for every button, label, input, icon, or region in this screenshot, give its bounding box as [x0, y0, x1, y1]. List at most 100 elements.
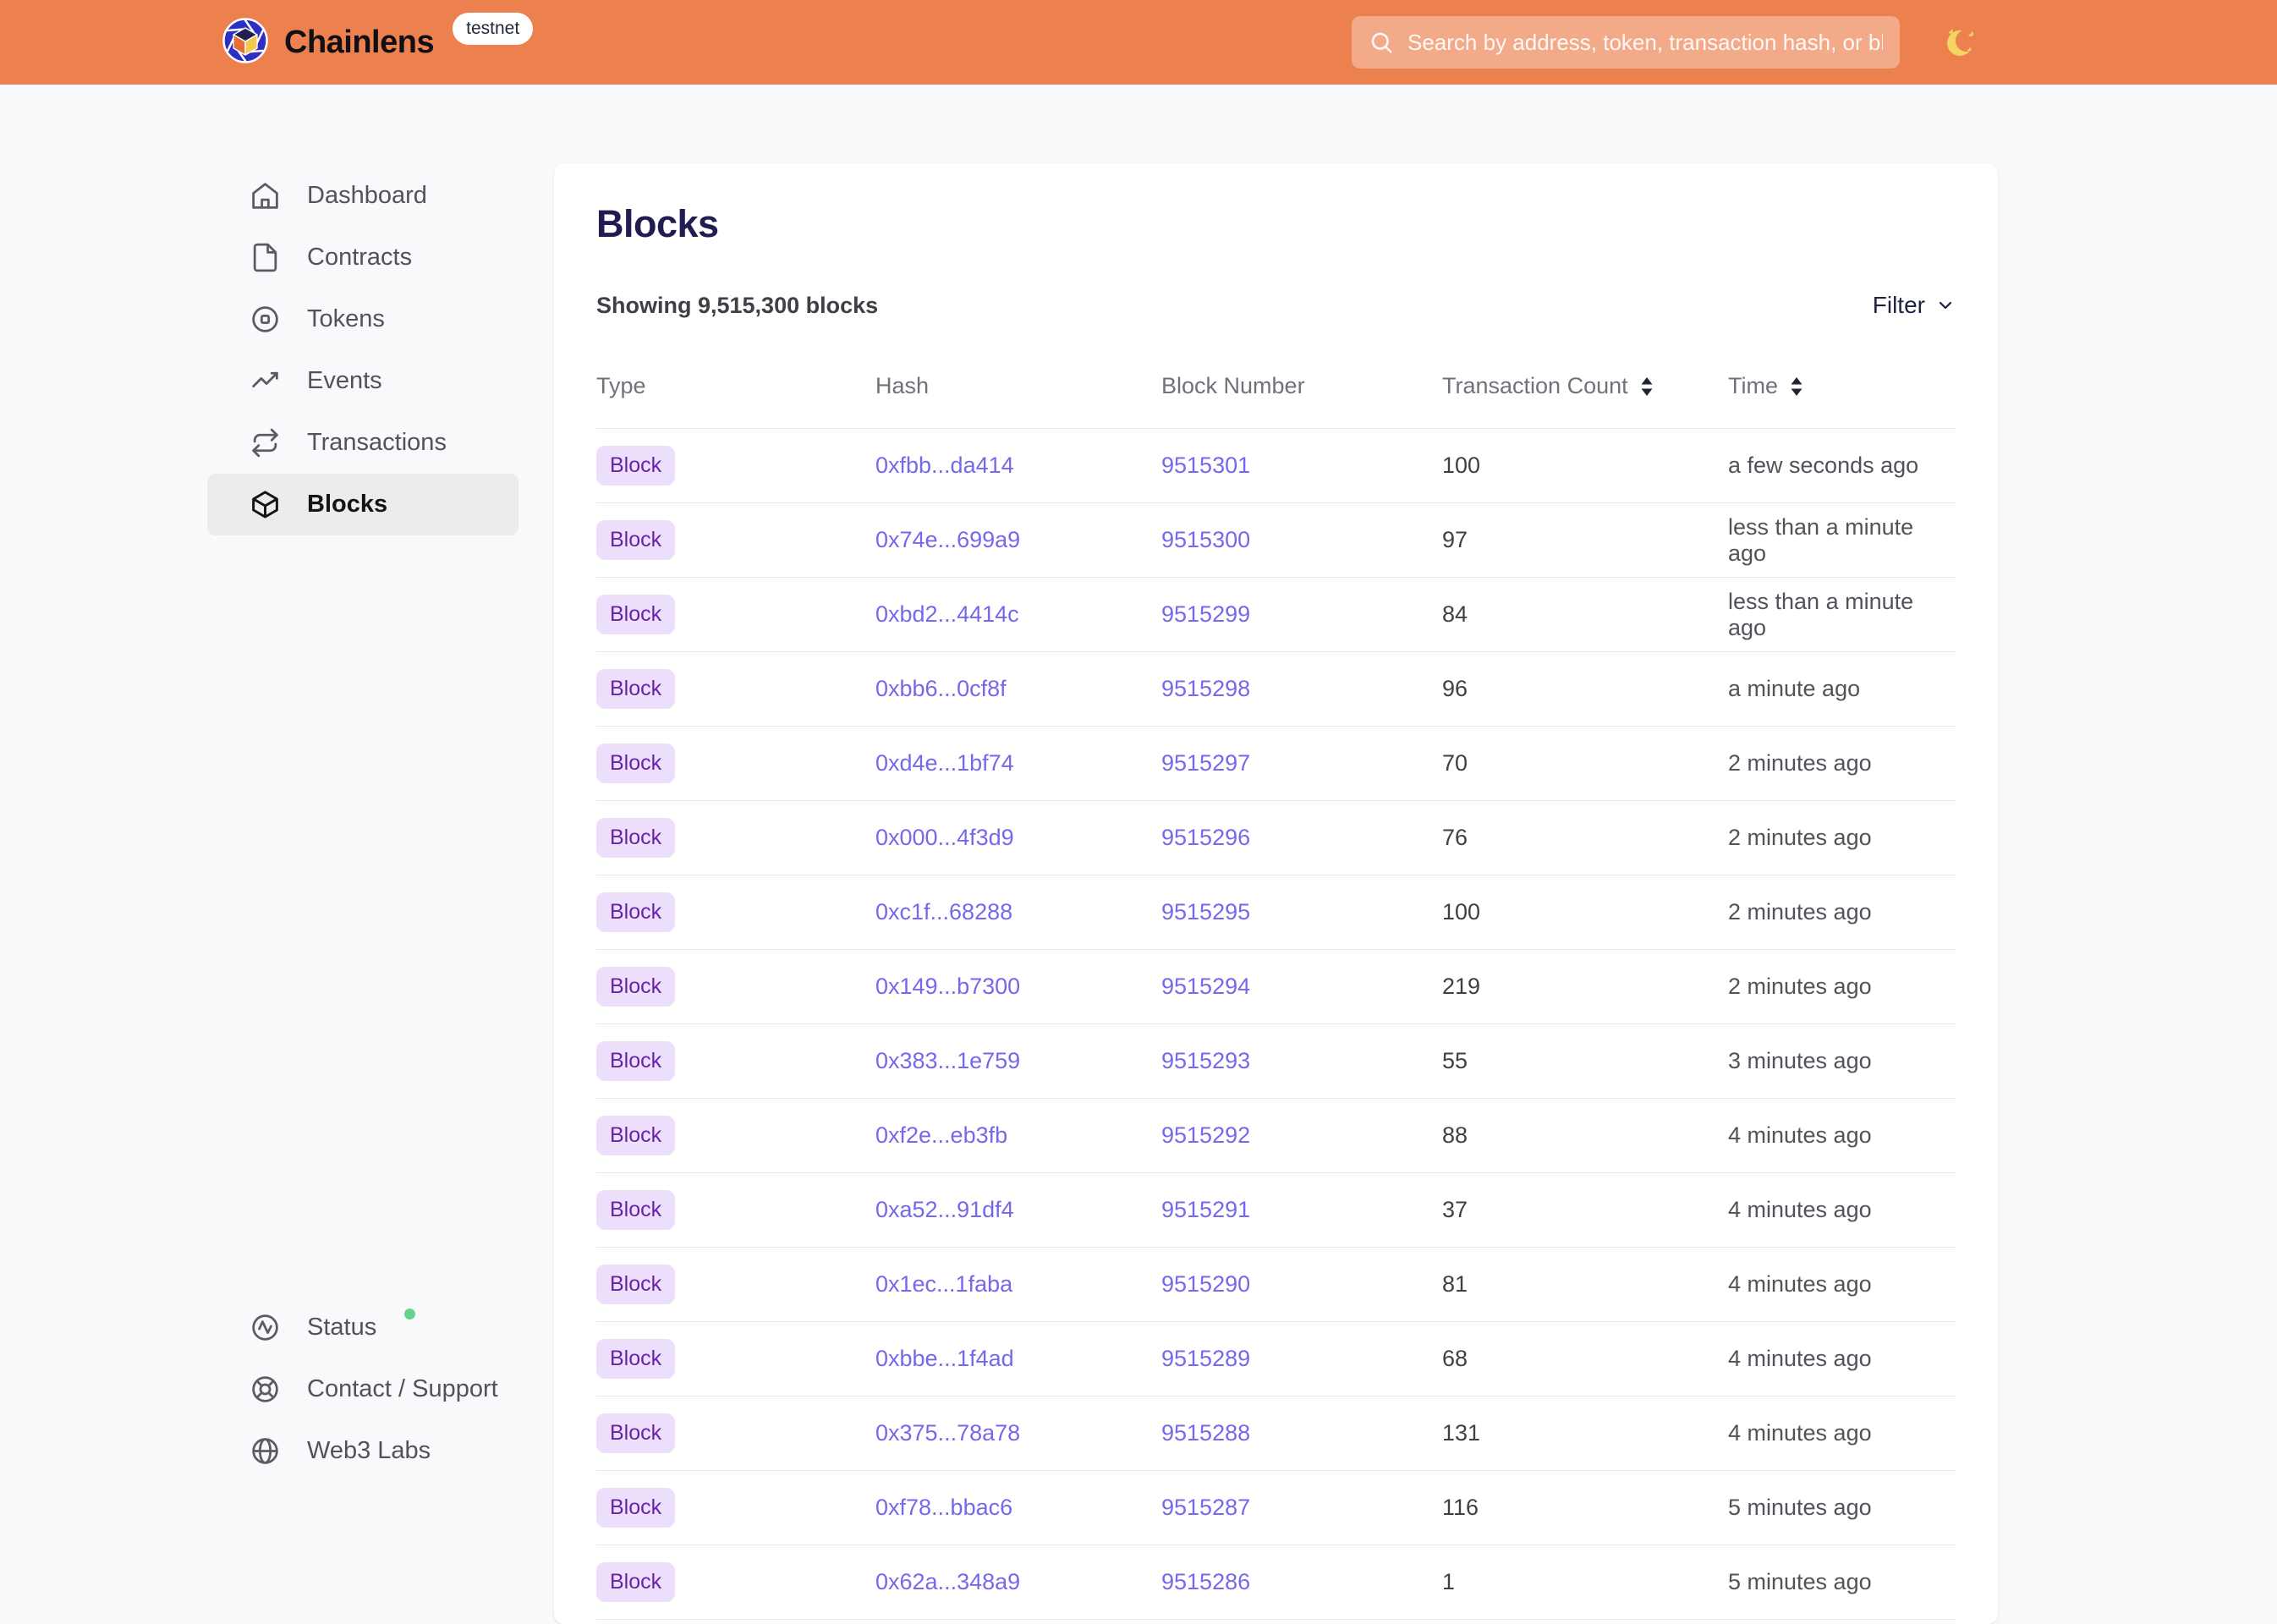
block-hash-link[interactable]: 0x375...78a78 — [875, 1420, 1020, 1446]
type-cell: Block — [596, 520, 875, 560]
column-header-time: Time — [1728, 373, 1956, 399]
type-cell: Block — [596, 967, 875, 1007]
block-number-cell: 9515286 — [1161, 1569, 1442, 1595]
time-cell: 3 minutes ago — [1728, 1048, 1956, 1074]
type-cell: Block — [596, 1116, 875, 1155]
sidebar-item-web3-labs[interactable]: Web3 Labs — [207, 1420, 518, 1482]
block-type-badge: Block — [596, 892, 675, 932]
hash-cell: 0xf78...bbac6 — [875, 1495, 1161, 1521]
transaction-count-cell: 116 — [1442, 1495, 1728, 1521]
time-cell: 2 minutes ago — [1728, 899, 1956, 925]
search-box[interactable] — [1352, 16, 1900, 69]
sidebar-item-contact-support[interactable]: Contact / Support — [207, 1358, 518, 1420]
table-row: Block 0xbbe...1f4ad 9515289 68 4 minutes… — [596, 1322, 1956, 1396]
block-number-link[interactable]: 9515293 — [1161, 1048, 1250, 1073]
transaction-count-cell: 37 — [1442, 1197, 1728, 1223]
hash-cell: 0xbb6...0cf8f — [875, 676, 1161, 702]
hash-cell: 0xbd2...4414c — [875, 601, 1161, 628]
type-cell: Block — [596, 1488, 875, 1528]
app-header: Chainlens testnet — [0, 0, 2277, 85]
type-cell: Block — [596, 1413, 875, 1453]
block-number-link[interactable]: 9515301 — [1161, 453, 1250, 478]
table-row: Block 0xbb6...0cf8f 9515298 96 a minute … — [596, 652, 1956, 727]
block-type-badge: Block — [596, 967, 675, 1007]
hash-cell: 0x000...4f3d9 — [875, 825, 1161, 851]
block-number-link[interactable]: 9515288 — [1161, 1420, 1250, 1446]
block-number-link[interactable]: 9515296 — [1161, 825, 1250, 850]
table-row: Block 0xc1f...68288 9515295 100 2 minute… — [596, 875, 1956, 950]
time-cell: 2 minutes ago — [1728, 825, 1956, 851]
filter-button[interactable]: Filter — [1873, 292, 1956, 319]
block-hash-link[interactable]: 0xc1f...68288 — [875, 899, 1012, 924]
block-number-link[interactable]: 9515289 — [1161, 1346, 1250, 1371]
block-number-cell: 9515298 — [1161, 676, 1442, 702]
transaction-count-cell: 100 — [1442, 899, 1728, 925]
block-hash-link[interactable]: 0x000...4f3d9 — [875, 825, 1014, 850]
sort-icon-transaction-count[interactable] — [1638, 376, 1655, 397]
globe-icon — [250, 1435, 281, 1467]
table-row: Block 0x74e...699a9 9515300 97 less than… — [596, 503, 1956, 578]
sidebar-item-dashboard[interactable]: Dashboard — [207, 165, 518, 227]
brand[interactable]: Chainlens testnet — [222, 17, 533, 69]
block-number-link[interactable]: 9515300 — [1161, 527, 1250, 552]
block-hash-link[interactable]: 0x62a...348a9 — [875, 1569, 1020, 1594]
block-type-badge: Block — [596, 743, 675, 783]
block-hash-link[interactable]: 0xbd2...4414c — [875, 601, 1019, 627]
sidebar-item-events[interactable]: Events — [207, 350, 518, 412]
hash-cell: 0x1ec...1faba — [875, 1271, 1161, 1298]
block-type-badge: Block — [596, 1116, 675, 1155]
block-number-cell: 9515289 — [1161, 1346, 1442, 1372]
hash-cell: 0x149...b7300 — [875, 974, 1161, 1000]
blocks-table: Type Hash Block Number Transaction Count — [596, 373, 1956, 1620]
sidebar-item-contracts[interactable]: Contracts — [207, 227, 518, 288]
status-online-dot — [404, 1309, 415, 1320]
time-cell: 2 minutes ago — [1728, 974, 1956, 1000]
sidebar-item-blocks[interactable]: Blocks — [207, 474, 518, 535]
sidebar-item-tokens[interactable]: Tokens — [207, 288, 518, 350]
block-number-link[interactable]: 9515291 — [1161, 1197, 1250, 1222]
block-hash-link[interactable]: 0x74e...699a9 — [875, 527, 1020, 552]
block-hash-link[interactable]: 0xf78...bbac6 — [875, 1495, 1012, 1520]
block-number-link[interactable]: 9515290 — [1161, 1271, 1250, 1297]
transaction-count-cell: 219 — [1442, 974, 1728, 1000]
sidebar-item-transactions[interactable]: Transactions — [207, 412, 518, 474]
block-hash-link[interactable]: 0x149...b7300 — [875, 974, 1020, 999]
block-number-link[interactable]: 9515295 — [1161, 899, 1250, 924]
block-number-link[interactable]: 9515298 — [1161, 676, 1250, 701]
block-hash-link[interactable]: 0xfbb...da414 — [875, 453, 1014, 478]
column-header-type: Type — [596, 373, 875, 399]
block-number-link[interactable]: 9515286 — [1161, 1569, 1250, 1594]
block-hash-link[interactable]: 0xbbe...1f4ad — [875, 1346, 1014, 1371]
cube-icon — [250, 489, 281, 520]
brand-name: Chainlens — [284, 25, 434, 61]
block-number-cell: 9515287 — [1161, 1495, 1442, 1521]
search-input[interactable] — [1407, 30, 1883, 56]
sidebar-item-label: Web3 Labs — [307, 1437, 431, 1465]
block-hash-link[interactable]: 0xa52...91df4 — [875, 1197, 1014, 1222]
block-number-link[interactable]: 9515299 — [1161, 601, 1250, 627]
activity-circle-icon — [250, 1312, 281, 1343]
block-hash-link[interactable]: 0xf2e...eb3fb — [875, 1122, 1007, 1148]
block-hash-link[interactable]: 0x1ec...1faba — [875, 1271, 1012, 1297]
table-row: Block 0xa52...91df4 9515291 37 4 minutes… — [596, 1173, 1956, 1248]
block-hash-link[interactable]: 0xbb6...0cf8f — [875, 676, 1007, 701]
page: Chainlens testnet — [0, 0, 2277, 1624]
block-number-link[interactable]: 9515297 — [1161, 750, 1250, 776]
table-body: Block 0xfbb...da414 9515301 100 a few se… — [596, 429, 1956, 1620]
block-hash-link[interactable]: 0x383...1e759 — [875, 1048, 1020, 1073]
block-number-cell: 9515294 — [1161, 974, 1442, 1000]
sidebar-item-label: Contracts — [307, 244, 412, 272]
time-cell: 4 minutes ago — [1728, 1197, 1956, 1223]
hash-cell: 0xbbe...1f4ad — [875, 1346, 1161, 1372]
block-number-cell: 9515301 — [1161, 453, 1442, 479]
table-row: Block 0xbd2...4414c 9515299 84 less than… — [596, 578, 1956, 652]
sidebar-item-status[interactable]: Status — [207, 1297, 518, 1358]
time-cell: 5 minutes ago — [1728, 1495, 1956, 1521]
dark-mode-toggle[interactable] — [1940, 20, 1984, 64]
block-hash-link[interactable]: 0xd4e...1bf74 — [875, 750, 1014, 776]
block-number-link[interactable]: 9515287 — [1161, 1495, 1250, 1520]
sort-icon-time[interactable] — [1788, 376, 1805, 397]
block-number-link[interactable]: 9515294 — [1161, 974, 1250, 999]
blocks-card: Blocks Showing 9,515,300 blocks Filter — [554, 163, 1998, 1624]
block-number-link[interactable]: 9515292 — [1161, 1122, 1250, 1148]
